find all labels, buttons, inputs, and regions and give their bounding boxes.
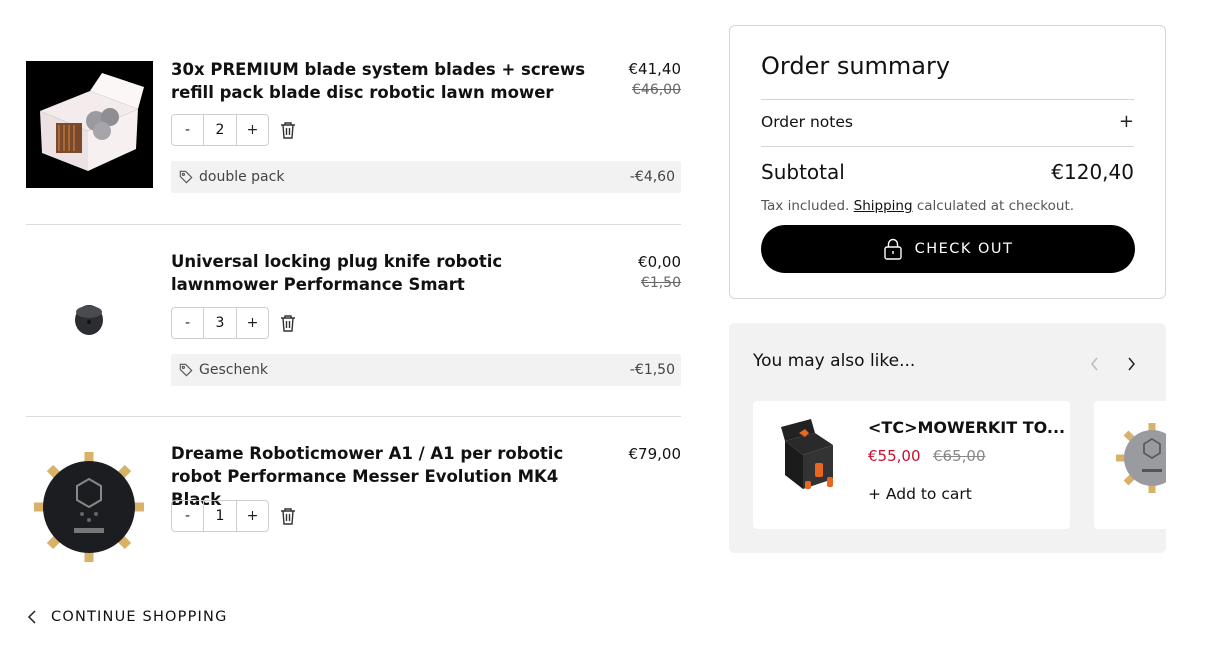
trash-icon[interactable] [280,507,296,525]
quantity-input[interactable]: 2 [203,115,237,145]
product-image[interactable] [26,61,153,188]
cart-line: Universal locking plug knife robotic law… [26,224,681,386]
product-title[interactable]: Universal locking plug knife robotic law… [171,250,611,296]
continue-shopping-link[interactable]: CONTINUE SHOPPING [26,609,228,625]
tax-suffix: calculated at checkout. [912,198,1075,214]
product-image[interactable] [1112,419,1166,497]
subtotal-row: Subtotal €120,40 [761,160,1134,184]
quantity-input[interactable]: 1 [203,501,237,531]
discount-row: double pack -€4,60 [171,161,681,193]
cart-line: Dreame Roboticmower A1 / A1 per robotic … [26,416,681,571]
chevron-right-icon[interactable] [1125,356,1137,372]
product-image[interactable] [26,444,153,571]
chevron-left-icon[interactable] [1089,356,1101,372]
tag-icon [179,170,193,184]
price-compare: €1,50 [640,275,681,291]
decrease-quantity-button[interactable]: - [172,308,203,338]
line-price: €0,00 €1,50 [638,251,681,293]
quantity-input[interactable]: 3 [203,308,237,338]
price-compare: €46,00 [632,82,681,98]
discount-label: Geschenk [199,362,268,378]
increase-quantity-button[interactable]: + [237,501,268,531]
tax-note: Tax included. Shipping calculated at che… [761,198,1074,214]
price-current: €79,00 [628,445,682,463]
continue-shopping-label: CONTINUE SHOPPING [51,609,228,625]
lock-icon [883,238,902,260]
add-to-cart-button[interactable]: + Add to cart [868,485,972,503]
recommendation-card[interactable] [1094,401,1166,529]
checkout-label: CHECK OUT [914,241,1014,257]
discount-row: Geschenk -€1,50 [171,354,681,386]
tag-icon [179,363,193,377]
discount-amount: -€4,60 [629,169,675,185]
subtotal-label: Subtotal [761,160,845,184]
recommendations-panel: You may also like... <TC>MOWERKIT TO... … [729,323,1166,553]
line-price: €79,00 [629,443,682,465]
product-image[interactable] [26,256,153,383]
quantity-stepper: - 1 + [171,500,269,532]
recommendations-title: You may also like... [753,351,916,371]
divider [761,99,1134,100]
compare-price: €65,00 [933,447,986,465]
product-image[interactable] [775,419,841,497]
tax-prefix: Tax included. [761,198,854,214]
discount-amount: -€1,50 [629,362,675,378]
shipping-link[interactable]: Shipping [854,198,913,214]
line-price: €41,40 €46,00 [629,58,682,100]
decrease-quantity-button[interactable]: - [172,501,203,531]
decrease-quantity-button[interactable]: - [172,115,203,145]
subtotal-value: €120,40 [1051,160,1134,184]
checkout-button[interactable]: CHECK OUT [761,225,1135,273]
price-current: €0,00 [638,253,681,271]
quantity-stepper: - 3 + [171,307,269,339]
quantity-stepper: - 2 + [171,114,269,146]
product-title[interactable]: <TC>MOWERKIT TO... [868,418,1065,437]
summary-title: Order summary [761,52,951,80]
increase-quantity-button[interactable]: + [237,115,268,145]
increase-quantity-button[interactable]: + [237,308,268,338]
product-title[interactable]: 30x PREMIUM blade system blades + screws… [171,58,611,104]
recommendation-card[interactable]: <TC>MOWERKIT TO... €55,00 €65,00 + Add t… [753,401,1070,529]
sale-price: €55,00 [868,447,921,465]
order-notes-label: Order notes [761,112,853,131]
price-current: €41,40 [628,60,682,78]
order-notes-toggle[interactable]: Order notes + [761,111,1134,132]
order-summary: Order summary Order notes + Subtotal €12… [729,25,1166,299]
discount-label: double pack [199,169,285,185]
plus-icon: + [1118,111,1134,132]
chevron-left-icon [27,610,36,624]
divider [761,146,1134,147]
trash-icon[interactable] [280,314,296,332]
trash-icon[interactable] [280,121,296,139]
